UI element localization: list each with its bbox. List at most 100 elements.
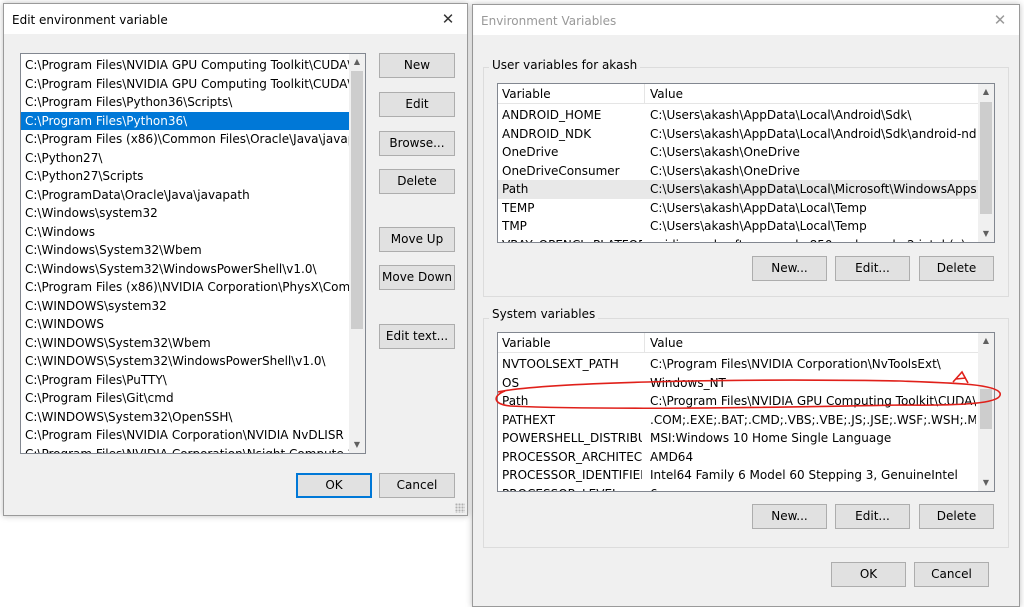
user-new-button[interactable]: New... bbox=[752, 256, 827, 281]
system-variables-table[interactable]: Variable Value NVTOOLSEXT_PATH C:\Program… bbox=[497, 332, 995, 492]
path-list-item[interactable]: C:\WINDOWS bbox=[21, 315, 365, 334]
path-list-item[interactable]: C:\WINDOWS\System32\Wbem bbox=[21, 334, 365, 353]
system-header-variable[interactable]: Variable bbox=[502, 336, 551, 350]
table-row[interactable]: VRAY_OPENCL_PLATFORMnvidia;amd;software;… bbox=[498, 236, 978, 244]
new-button[interactable]: New bbox=[379, 53, 455, 78]
user-header-variable[interactable]: Variable bbox=[502, 87, 551, 101]
scroll-up-icon[interactable]: ▲ bbox=[978, 84, 994, 100]
edit-close-icon[interactable]: ✕ bbox=[435, 7, 461, 31]
variable-value: C:\Program Files\NVIDIA GPU Computing To… bbox=[650, 392, 976, 411]
path-list-item[interactable]: C:\Program Files\NVIDIA Corporation\NVID… bbox=[21, 426, 365, 445]
path-list-scrollbar[interactable]: ▲ ▼ bbox=[349, 54, 365, 453]
delete-button[interactable]: Delete bbox=[379, 169, 455, 194]
env-cancel-button[interactable]: Cancel bbox=[914, 562, 989, 587]
path-list-item[interactable]: C:\Windows\system32 bbox=[21, 204, 365, 223]
move-up-button[interactable]: Move Up bbox=[379, 227, 455, 252]
table-row[interactable]: OneDriveC:\Users\akash\OneDrive bbox=[498, 143, 978, 162]
cancel-button[interactable]: Cancel bbox=[379, 473, 455, 498]
path-list-item[interactable]: C:\Python27\Scripts bbox=[21, 167, 365, 186]
environment-variables-dialog: Environment Variables ✕ User variables f… bbox=[472, 4, 1020, 607]
table-row[interactable]: PROCESSOR_IDENTIFIERIntel64 Family 6 Mod… bbox=[498, 466, 978, 485]
scroll-up-icon[interactable]: ▲ bbox=[978, 333, 994, 349]
path-list-item[interactable]: C:\ProgramData\Oracle\Java\javapath bbox=[21, 186, 365, 205]
variable-value: C:\Users\akash\AppData\Local\Android\Sdk… bbox=[650, 125, 976, 144]
scroll-thumb[interactable] bbox=[980, 389, 992, 429]
path-list-item[interactable]: C:\Program Files\NVIDIA GPU Computing To… bbox=[21, 75, 365, 94]
env-ok-button[interactable]: OK bbox=[831, 562, 906, 587]
variable-name: OneDriveConsumer bbox=[502, 162, 642, 181]
move-down-button[interactable]: Move Down bbox=[379, 265, 455, 290]
resize-grip-icon[interactable] bbox=[455, 503, 465, 513]
path-list-item[interactable]: C:\Program Files\NVIDIA Corporation\Nsig… bbox=[21, 445, 365, 455]
edit-titlebar: Edit environment variable ✕ bbox=[4, 4, 467, 34]
system-new-button[interactable]: New... bbox=[752, 504, 827, 529]
path-list-item[interactable]: C:\Python27\ bbox=[21, 149, 365, 168]
scroll-thumb[interactable] bbox=[351, 71, 363, 329]
variable-name: ANDROID_NDK bbox=[502, 125, 642, 144]
user-header-value[interactable]: Value bbox=[650, 87, 683, 101]
table-row[interactable]: PROCESSOR_ARCHITECTU... AMD64 bbox=[498, 448, 978, 467]
scroll-up-icon[interactable]: ▲ bbox=[349, 54, 365, 70]
path-list-item[interactable]: C:\Program Files\Python36\Scripts\ bbox=[21, 93, 365, 112]
variable-name: TMP bbox=[502, 217, 642, 236]
table-row[interactable]: TEMPC:\Users\akash\AppData\Local\Temp bbox=[498, 199, 978, 218]
path-list[interactable]: C:\Program Files\NVIDIA GPU Computing To… bbox=[20, 53, 366, 454]
path-list-item[interactable]: C:\WINDOWS\System32\WindowsPowerShell\v1… bbox=[21, 352, 365, 371]
table-row[interactable]: Path C:\Program Files\NVIDIA GPU Computin… bbox=[498, 392, 978, 411]
scroll-down-icon[interactable]: ▼ bbox=[978, 475, 994, 491]
path-list-item[interactable]: C:\Windows\System32\WindowsPowerShell\v1… bbox=[21, 260, 365, 279]
scroll-down-icon[interactable]: ▼ bbox=[978, 226, 994, 242]
table-row[interactable]: PATHEXT.COM;.EXE;.BAT;.CMD;.VBS;.VBE;.JS… bbox=[498, 411, 978, 430]
table-row[interactable]: NVTOOLSEXT_PATH C:\Program Files\NVIDIA C… bbox=[498, 355, 978, 374]
variable-value: .COM;.EXE;.BAT;.CMD;.VBS;.VBE;.JS;.JSE;.… bbox=[650, 411, 976, 430]
user-table-scrollbar[interactable]: ▲ ▼ bbox=[978, 84, 994, 242]
table-row[interactable]: ANDROID_HOME C:\Users\akash\AppData\Local… bbox=[498, 106, 978, 125]
system-variables-label: System variables bbox=[489, 307, 598, 321]
variable-name: Path bbox=[502, 392, 642, 411]
path-list-item[interactable]: C:\Windows bbox=[21, 223, 365, 242]
table-row[interactable]: PathC:\Users\akash\AppData\Local\Microso… bbox=[498, 180, 978, 199]
variable-value: C:\Program Files\NVIDIA Corporation\NvTo… bbox=[650, 355, 976, 374]
user-edit-button[interactable]: Edit... bbox=[835, 256, 910, 281]
variable-name: NVTOOLSEXT_PATH bbox=[502, 355, 642, 374]
variable-name: Path bbox=[502, 180, 642, 199]
variable-value: C:\Users\akash\AppData\Local\Android\Sdk… bbox=[650, 106, 976, 125]
edit-environment-variable-dialog: Edit environment variable ✕ C:\Program F… bbox=[3, 3, 468, 516]
system-table-header: Variable Value bbox=[498, 333, 978, 353]
system-header-value[interactable]: Value bbox=[650, 336, 683, 350]
system-table-scrollbar[interactable]: ▲ ▼ bbox=[978, 333, 994, 491]
env-close-icon[interactable]: ✕ bbox=[987, 8, 1013, 32]
table-row[interactable]: POWERSHELL_DISTRIBUTI...MSI:Windows 10 H… bbox=[498, 429, 978, 448]
ok-button[interactable]: OK bbox=[296, 473, 372, 498]
path-list-item[interactable]: C:\Program Files\NVIDIA GPU Computing To… bbox=[21, 56, 365, 75]
path-list-item[interactable]: C:\WINDOWS\System32\OpenSSH\ bbox=[21, 408, 365, 427]
edit-text-button[interactable]: Edit text... bbox=[379, 324, 455, 349]
variable-name: PROCESSOR_ARCHITECTU... bbox=[502, 448, 642, 467]
path-list-item[interactable]: C:\Program Files (x86)\NVIDIA Corporatio… bbox=[21, 278, 365, 297]
system-delete-button[interactable]: Delete bbox=[919, 504, 994, 529]
user-delete-button[interactable]: Delete bbox=[919, 256, 994, 281]
variable-name: ANDROID_HOME bbox=[502, 106, 642, 125]
variable-name: TEMP bbox=[502, 199, 642, 218]
path-list-item[interactable]: C:\WINDOWS\system32 bbox=[21, 297, 365, 316]
table-row[interactable]: PROCESSOR_LEVEL6 bbox=[498, 485, 978, 493]
path-list-item[interactable]: C:\Program Files\Python36\ bbox=[21, 112, 365, 131]
variable-value: AMD64 bbox=[650, 448, 976, 467]
table-row[interactable]: OneDriveConsumerC:\Users\akash\OneDrive bbox=[498, 162, 978, 181]
path-list-item[interactable]: C:\Program Files\PuTTY\ bbox=[21, 371, 365, 390]
variable-name: VRAY_OPENCL_PLATFORM bbox=[502, 236, 642, 244]
scroll-down-icon[interactable]: ▼ bbox=[349, 437, 365, 453]
variable-value: MSI:Windows 10 Home Single Language bbox=[650, 429, 976, 448]
system-edit-button[interactable]: Edit... bbox=[835, 504, 910, 529]
path-list-item[interactable]: C:\Program Files\Git\cmd bbox=[21, 389, 365, 408]
path-list-item[interactable]: C:\Program Files (x86)\Common Files\Orac… bbox=[21, 130, 365, 149]
path-list-item[interactable]: C:\Windows\System32\Wbem bbox=[21, 241, 365, 260]
edit-button[interactable]: Edit bbox=[379, 92, 455, 117]
user-variables-table[interactable]: Variable Value ANDROID_HOME C:\Users\akas… bbox=[497, 83, 995, 243]
browse-button[interactable]: Browse... bbox=[379, 131, 455, 156]
scroll-thumb[interactable] bbox=[980, 102, 992, 214]
table-row[interactable]: ANDROID_NDK C:\Users\akash\AppData\Local\… bbox=[498, 125, 978, 144]
table-row[interactable]: TMPC:\Users\akash\AppData\Local\Temp bbox=[498, 217, 978, 236]
variable-value: C:\Users\akash\OneDrive bbox=[650, 143, 976, 162]
table-row[interactable]: OSWindows_NT bbox=[498, 374, 978, 393]
